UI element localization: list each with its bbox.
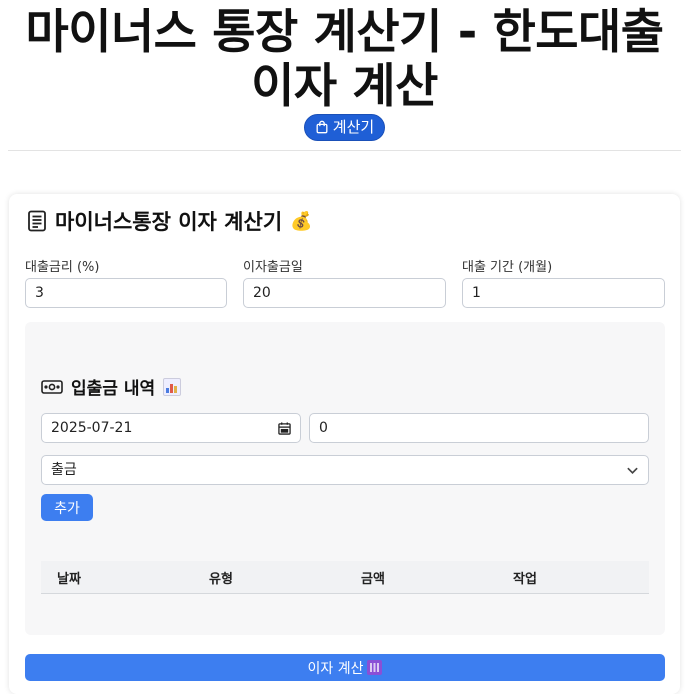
column-type: 유형 — [193, 561, 345, 594]
transactions-title: 입출금 내역 — [41, 374, 182, 399]
calculate-label: 이자 계산 — [307, 660, 364, 677]
calculator-card: 마이너스통장 이자 계산기 💰 대출금리 (%) 3 이자출금일 20 대출 기… — [9, 194, 680, 694]
calendar-icon[interactable] — [278, 421, 291, 435]
money-bag-icon: 💰 — [290, 210, 313, 232]
interest-rate-value: 3 — [35, 285, 44, 301]
withdrawal-day-field: 이자출금일 20 — [243, 256, 446, 308]
calculator-badge[interactable]: 계산기 — [303, 114, 386, 141]
cash-icon — [41, 379, 63, 394]
column-date: 날짜 — [41, 561, 193, 594]
type-select[interactable]: 출금 — [41, 455, 649, 485]
interest-rate-label: 대출금리 (%) — [25, 260, 100, 275]
loan-period-input[interactable]: 1 — [462, 278, 665, 308]
bar-chart-icon — [163, 377, 182, 396]
loan-period-label: 대출 기간 (개월) — [462, 260, 553, 275]
loan-period-value: 1 — [472, 285, 481, 301]
type-selected-value: 출금 — [51, 462, 77, 478]
date-input[interactable]: 2025-07-21 — [41, 413, 301, 443]
card-title-text: 마이너스통장 이자 계산기 — [55, 210, 283, 234]
withdrawal-day-input[interactable]: 20 — [243, 278, 446, 308]
column-amount: 금액 — [345, 561, 497, 594]
withdrawal-day-value: 20 — [253, 285, 271, 301]
date-value: 2025-07-21 — [51, 420, 133, 436]
card-title: 마이너스통장 이자 계산기 💰 — [27, 206, 313, 236]
transactions-title-text: 입출금 내역 — [71, 379, 156, 399]
loan-period-field: 대출 기간 (개월) 1 — [462, 256, 665, 308]
column-actions: 작업 — [497, 561, 649, 594]
interest-rate-field: 대출금리 (%) 3 — [25, 256, 227, 308]
chevron-down-icon — [627, 467, 638, 474]
document-icon — [28, 210, 46, 232]
add-transaction-button[interactable]: 추가 — [41, 494, 93, 521]
badge-label: 계산기 — [332, 118, 375, 136]
divider — [8, 150, 681, 151]
calculate-interest-button[interactable]: 이자 계산 — [25, 654, 665, 681]
page-title: 마이너스 통장 계산기 - 한도대출 이자 계산 — [25, 5, 664, 114]
amount-value: 0 — [319, 420, 328, 436]
withdrawal-day-label: 이자출금일 — [243, 260, 303, 275]
table-header-row: 날짜 유형 금액 작업 — [41, 561, 649, 594]
transactions-table: 날짜 유형 금액 작업 — [41, 561, 649, 594]
calculator-icon — [367, 660, 383, 675]
amount-input[interactable]: 0 — [309, 413, 649, 443]
shopping-bag-icon — [316, 120, 328, 134]
transactions-panel: 입출금 내역 2025-07-21 0 출금 추가 날짜 유형 금액 작업 — [25, 322, 665, 635]
interest-rate-input[interactable]: 3 — [25, 278, 227, 308]
